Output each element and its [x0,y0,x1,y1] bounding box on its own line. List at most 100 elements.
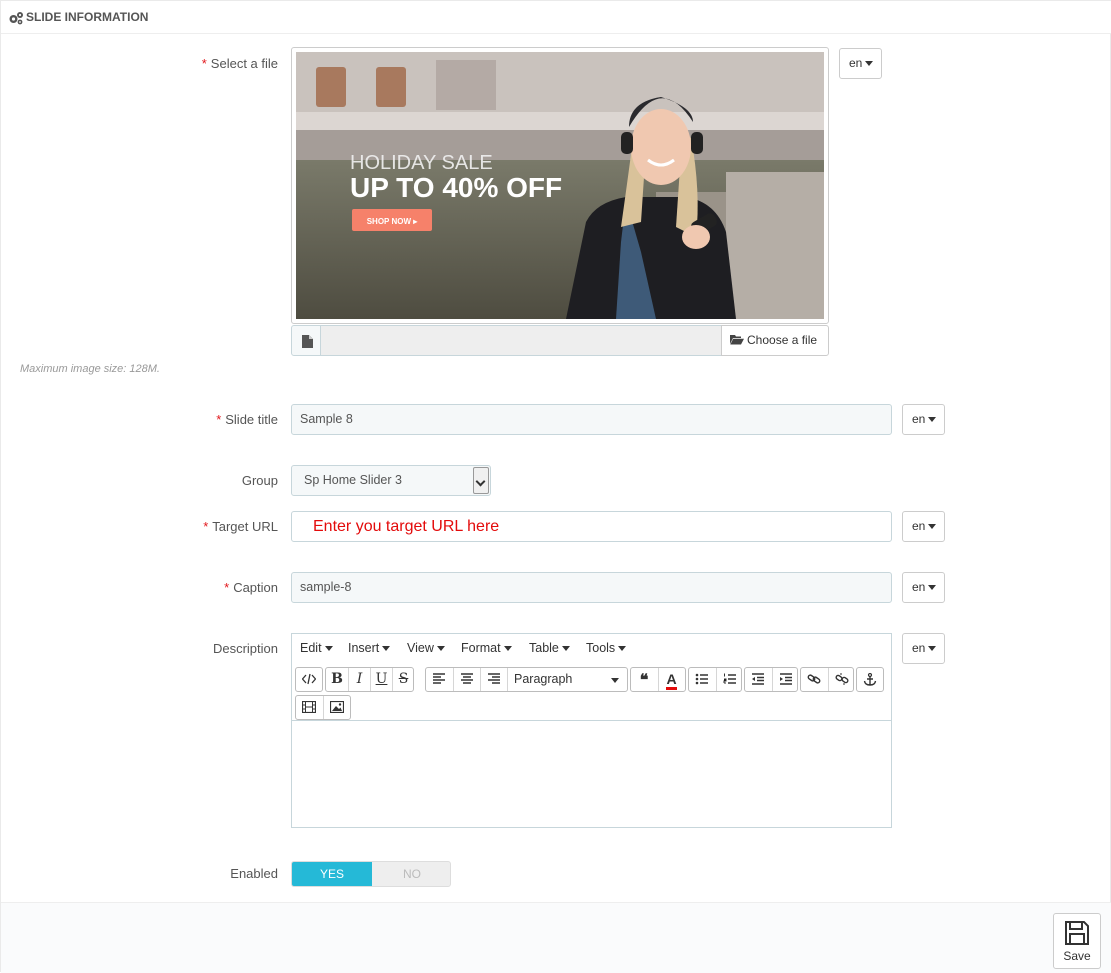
toolbar-group-code [295,667,323,692]
image-icon [329,700,344,714]
toolbar-group-media [295,695,351,720]
caret-down-icon [928,646,937,652]
bullet-list-icon [695,673,708,685]
toolbar-group-indent [744,667,798,692]
caption-input[interactable]: sample-8 [291,572,892,603]
preview-headline-big: UP TO 40% OFF [350,172,562,203]
menu-view[interactable]: View [407,641,445,655]
link-icon [807,674,821,684]
target-url-language-dropdown[interactable]: en [902,511,945,542]
target-url-label: * Target URL [203,519,278,534]
max-size-help: Maximum image size: 128M. [20,363,160,375]
anchor-button[interactable] [857,668,883,691]
target-url-input[interactable]: Enter you target URL here [291,511,892,542]
choose-file-button[interactable]: Choose a file [721,325,829,356]
insert-link-button[interactable] [801,668,827,691]
select-arrow-icon [473,467,489,494]
panel-footer [1,902,1111,973]
indent-button[interactable] [772,668,798,691]
paragraph-format-select[interactable]: Paragraph [507,668,627,691]
remove-link-button[interactable] [828,668,854,691]
menu-table[interactable]: Table [529,641,570,655]
align-right-button[interactable] [480,668,506,691]
numbered-list-button[interactable] [716,668,742,691]
outdent-button[interactable] [745,668,771,691]
caret-down-icon [865,61,874,67]
slide-information-panel: SLIDE INFORMATION * Select a file HOLIDA… [0,0,1111,973]
save-button[interactable]: Save [1053,913,1101,969]
enabled-no-option[interactable]: NO [372,862,450,886]
numbered-list-icon [723,673,736,684]
align-left-button[interactable] [426,668,452,691]
required-marker: * [203,519,209,534]
caret-down-icon [928,417,937,423]
menu-format[interactable]: Format [461,641,512,655]
menu-insert[interactable]: Insert [348,641,391,655]
caret-down-icon [503,646,512,652]
select-file-label: * Select a file [201,56,278,71]
anchor-icon [863,672,877,686]
caret-down-icon [561,646,570,652]
description-textarea[interactable] [292,721,891,827]
description-editor: Edit Insert View Format Table Tools B I … [291,633,892,828]
menu-edit[interactable]: Edit [300,641,333,655]
caret-down-icon [618,646,627,652]
group-label: Group [241,473,278,488]
group-select[interactable]: Sp Home Slider 3 [291,465,491,496]
editor-menubar: Edit Insert View Format Table Tools [292,634,891,664]
description-label: Description [212,641,278,656]
insert-video-button[interactable] [296,696,322,719]
toolbar-group-anchor [856,667,884,692]
gears-icon [8,11,24,25]
file-icon [302,335,313,348]
required-marker: * [224,580,230,595]
enabled-yes-option[interactable]: YES [292,862,372,886]
bullet-list-button[interactable] [689,668,715,691]
panel-title: SLIDE INFORMATION [26,10,149,24]
menu-tools[interactable]: Tools [586,641,627,655]
text-color-button[interactable]: A [658,668,684,691]
target-url-annotation: Enter you target URL here [313,518,500,535]
source-code-button[interactable] [296,668,322,691]
indent-icon [779,673,792,685]
file-name-field[interactable] [320,325,722,356]
insert-image-button[interactable] [323,696,349,719]
preview-headline-small: HOLIDAY SALE [350,152,493,174]
editor-toolbar: B I U S Paragraph ❝ A [292,664,891,721]
film-icon [301,700,317,714]
align-center-icon [460,673,473,684]
blockquote-button[interactable]: ❝ [631,668,657,691]
preview-shop-now-label: SHOP NOW ▸ [367,217,419,226]
slide-image-preview: HOLIDAY SALE UP TO 40% OFF SHOP NOW ▸ [291,47,829,324]
folder-open-icon [730,335,744,345]
align-right-icon [487,673,500,684]
unlink-icon [834,673,849,685]
caret-down-icon [382,646,391,652]
toolbar-group-alignment: Paragraph [425,667,628,692]
save-icon [1065,921,1089,945]
toolbar-group-quote-color: ❝ A [630,667,686,692]
italic-button[interactable]: I [348,668,370,691]
caret-down-icon [611,678,619,683]
align-center-button[interactable] [453,668,479,691]
file-icon-box [291,325,321,356]
underline-button[interactable]: U [370,668,392,691]
bold-button[interactable]: B [326,668,348,691]
caption-language-dropdown[interactable]: en [902,572,945,603]
strikethrough-button[interactable]: S [392,668,414,691]
file-language-dropdown[interactable]: en [839,48,882,79]
description-language-dropdown[interactable]: en [902,633,945,664]
caption-label: * Caption [224,580,278,595]
toolbar-group-text-style: B I U S [325,667,414,692]
slide-title-input[interactable]: Sample 8 [291,404,892,435]
file-upload-row: Choose a file [291,325,829,356]
slide-title-label: * Slide title [216,412,278,427]
required-marker: * [201,56,207,71]
enabled-switch[interactable]: YES NO [291,861,451,887]
caret-down-icon [928,585,937,591]
caret-down-icon [928,524,937,530]
slide-title-language-dropdown[interactable]: en [902,404,945,435]
toolbar-group-links [800,667,854,692]
required-marker: * [216,412,222,427]
code-icon [301,673,317,685]
